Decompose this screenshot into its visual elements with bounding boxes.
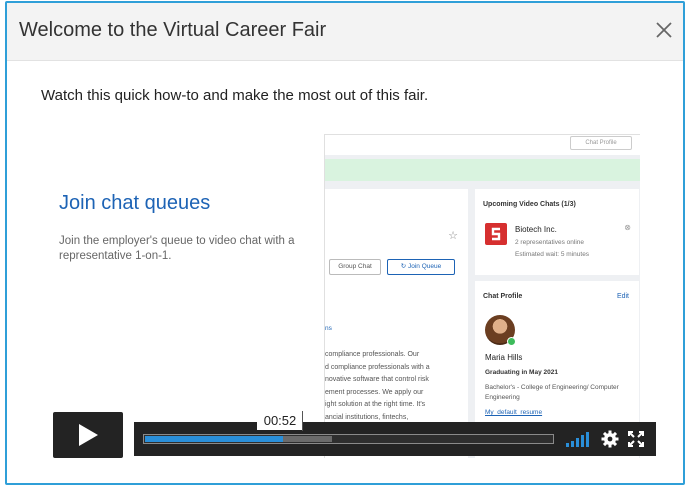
modal-title: Welcome to the Virtual Career Fair: [19, 19, 327, 41]
time-tooltip: 00:52: [257, 412, 303, 430]
progress-bar[interactable]: [143, 434, 554, 444]
fullscreen-button[interactable]: [628, 431, 644, 447]
modal-header: Welcome to the Virtual Career Fair: [7, 3, 683, 61]
edit-link: Edit: [616, 293, 629, 300]
profile-degree: Bachelor's - College of Engineering/ Com…: [485, 384, 619, 401]
app-screenshot: Chat Profile ☆ Group Chat ↻ Join Queue n…: [324, 134, 640, 458]
profile-resume-link: My_default_resume: [485, 409, 543, 416]
fullscreen-icon: [628, 431, 644, 447]
profile-name: Maria Hills: [485, 353, 523, 362]
settings-button[interactable]: [601, 430, 619, 448]
join-queue-button: ↻ Join Queue: [387, 259, 455, 275]
close-button[interactable]: [649, 15, 679, 45]
player-control-bar: [134, 422, 656, 456]
company-wait: Estimated wait: 5 minutes: [515, 251, 590, 258]
profile-graduating: Graduating in May 2021: [485, 369, 558, 376]
volume-button[interactable]: [566, 431, 592, 447]
upcoming-video-chats-card: Upcoming Video Chats (1/3) Biotech Inc. …: [475, 189, 639, 275]
employer-description: compliance professionals. Our d complian…: [325, 351, 430, 421]
join-queue-label: Join Queue: [408, 263, 442, 270]
close-icon: [656, 22, 672, 38]
chat-profile-pill: Chat Profile: [570, 136, 632, 150]
upcoming-title: Upcoming Video Chats (1/3): [483, 201, 576, 208]
time-tooltip-caret: [302, 411, 303, 431]
slide-description: Join the employer's queue to video chat …: [59, 235, 295, 262]
volume-icon: [566, 432, 589, 447]
intro-text: Watch this quick how-to and make the mos…: [41, 87, 429, 104]
online-status-icon: [507, 337, 516, 346]
progress-played: [145, 436, 284, 442]
company-name: Biotech Inc.: [515, 225, 557, 234]
description-link: ns: [325, 325, 332, 332]
refresh-icon: ↻: [400, 263, 408, 270]
notification-band: [325, 159, 640, 181]
video-player[interactable]: Join chat queues Join the employer's que…: [44, 128, 644, 458]
group-chat-button: Group Chat: [329, 259, 381, 275]
play-button[interactable]: [53, 412, 123, 458]
remove-icon: ⊗: [624, 223, 631, 232]
company-logo-icon: [485, 223, 507, 245]
company-reps: 2 representatives online: [515, 239, 585, 246]
employer-card: ☆ Group Chat ↻ Join Queue ns compliance …: [325, 189, 468, 458]
slide-heading: Join chat queues: [59, 192, 211, 214]
app-topbar: Chat Profile: [325, 135, 640, 155]
gear-icon: [601, 430, 619, 448]
profile-card-title: Chat Profile: [483, 293, 523, 300]
play-icon: [79, 424, 98, 446]
star-icon: ☆: [448, 230, 458, 242]
